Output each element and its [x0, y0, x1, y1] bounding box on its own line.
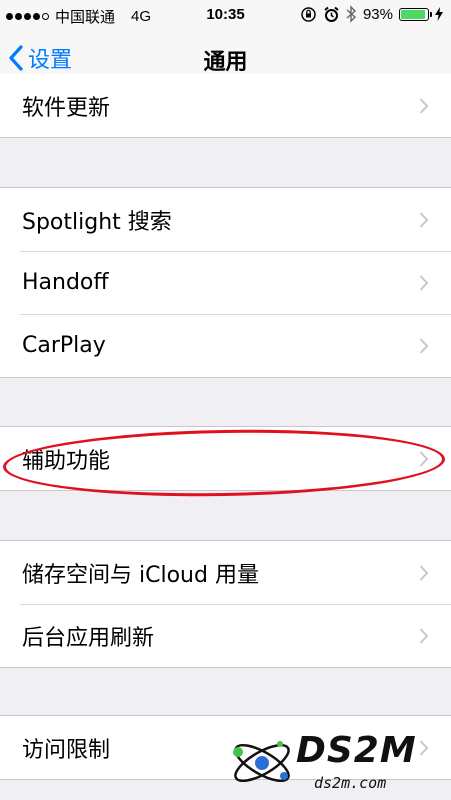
row-label: 储存空间与 iCloud 用量 — [22, 562, 259, 588]
watermark-logo-text: DS2M — [296, 730, 417, 771]
status-bar: 中国联通 4G 10:35 93% — [0, 0, 451, 30]
chevron-right-icon — [419, 274, 429, 291]
settings-group: 储存空间与 iCloud 用量 后台应用刷新 — [0, 540, 451, 668]
row-label: Spotlight 搜索 — [22, 209, 172, 235]
chevron-right-icon — [419, 97, 429, 114]
page-title: 通用 — [203, 50, 248, 75]
battery-level — [401, 9, 426, 19]
settings-row-software-update[interactable]: 软件更新 — [0, 74, 451, 137]
battery-icon — [399, 7, 432, 21]
charging-icon — [435, 7, 443, 21]
status-right: 93% — [300, 5, 443, 23]
row-label: 后台应用刷新 — [22, 625, 155, 651]
settings-row-spotlight[interactable]: Spotlight 搜索 — [0, 188, 451, 251]
watermark-logo: DS2M ds2m.com — [222, 730, 447, 796]
orientation-lock-icon — [301, 6, 316, 22]
settings-group: 软件更新 — [0, 74, 451, 138]
settings-row-carplay[interactable]: CarPlay — [0, 314, 451, 377]
settings-row-handoff[interactable]: Handoff — [0, 251, 451, 314]
chevron-right-icon — [419, 450, 429, 467]
row-label: 访问限制 — [22, 737, 111, 763]
settings-row-storage-icloud[interactable]: 储存空间与 iCloud 用量 — [0, 541, 451, 604]
watermark-url: ds2m.com — [314, 774, 387, 792]
chevron-right-icon — [419, 627, 429, 644]
row-label: 辅助功能 — [22, 448, 111, 474]
settings-group: Spotlight 搜索 Handoff CarPlay — [0, 187, 451, 378]
row-label: Handoff — [22, 270, 109, 295]
bluetooth-icon — [346, 5, 356, 23]
alarm-icon — [324, 6, 339, 22]
battery-percent: 93% — [362, 5, 393, 23]
chevron-right-icon — [419, 337, 429, 354]
settings-row-accessibility[interactable]: 辅助功能 — [0, 427, 451, 490]
row-label: 软件更新 — [22, 95, 111, 121]
chevron-right-icon — [419, 564, 429, 581]
settings-group: 辅助功能 — [0, 426, 451, 491]
row-label: CarPlay — [22, 333, 106, 358]
chevron-right-icon — [419, 211, 429, 228]
settings-row-background-refresh[interactable]: 后台应用刷新 — [0, 604, 451, 667]
atom-logo-icon — [233, 741, 290, 783]
